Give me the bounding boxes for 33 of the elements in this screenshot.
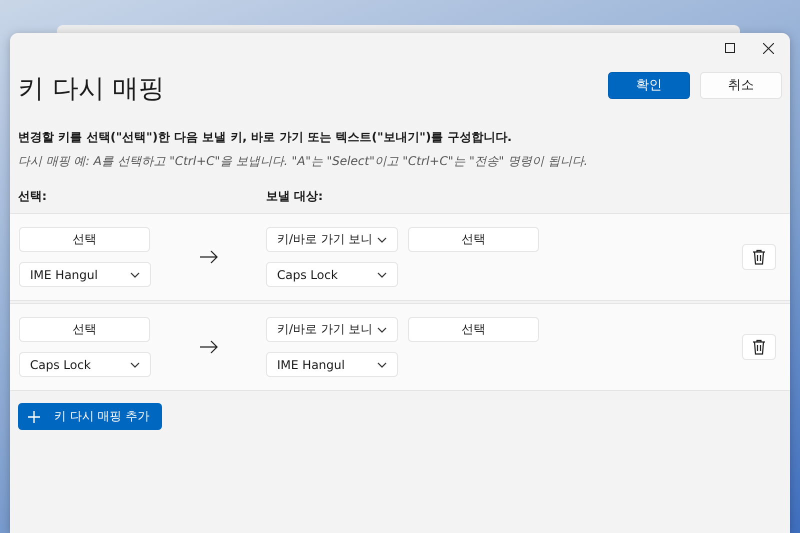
select-target-button[interactable]: 선택 xyxy=(408,317,539,342)
key-dropdown[interactable]: Caps Lock xyxy=(19,352,151,377)
example-text: 다시 매핑 예: A를 선택하고 "Ctrl+C"을 보냅니다. "A"는 "Select"이고 "Ctrl+C"는 "전송" 명령이 됩니다. xyxy=(17,153,589,170)
chevron-down-icon xyxy=(377,362,387,368)
close-icon[interactable] xyxy=(760,40,776,56)
delete-button[interactable] xyxy=(742,244,776,270)
send-type-dropdown[interactable]: 키/바로 가기 보니 xyxy=(266,227,398,252)
column-header: 보낼 대상: xyxy=(266,189,323,203)
key-dropdown[interactable]: IME Hangul xyxy=(266,352,398,377)
delete-button[interactable] xyxy=(742,334,776,360)
key-dropdown[interactable]: IME Hangul xyxy=(19,262,151,287)
arrow-right-icon xyxy=(200,340,218,354)
key-dropdown[interactable]: Caps Lock xyxy=(266,262,398,287)
select-target-button[interactable]: 선택 xyxy=(408,227,539,252)
instruction-text: 변경할 키를 선택("선택")한 다음 보낼 키, 바로 가기 또는 텍스트("보내기")를 구성합니다. xyxy=(17,129,513,146)
trash-icon xyxy=(752,339,766,355)
chevron-down-icon xyxy=(130,362,140,368)
arrow-right-icon xyxy=(200,250,218,264)
column-header: 선택: xyxy=(18,189,47,203)
select-key-button[interactable]: 선택 xyxy=(19,317,150,342)
chevron-down-icon xyxy=(377,272,387,278)
add-remapping-button[interactable]: 키 다시 매핑 추가 xyxy=(18,403,162,430)
select-key-button[interactable]: 선택 xyxy=(19,227,150,252)
send-type-dropdown[interactable]: 키/바로 가기 보니 xyxy=(266,317,398,342)
dialog-title: 키 다시 매핑 xyxy=(18,72,166,106)
chevron-down-icon xyxy=(377,326,387,332)
trash-icon xyxy=(752,249,766,265)
maximize-icon[interactable] xyxy=(722,40,738,56)
plus-icon xyxy=(28,410,40,422)
confirm-button[interactable]: 확인 xyxy=(608,72,690,98)
chevron-down-icon xyxy=(377,236,387,242)
cancel-button[interactable]: 취소 xyxy=(700,72,782,98)
chevron-down-icon xyxy=(130,272,140,278)
